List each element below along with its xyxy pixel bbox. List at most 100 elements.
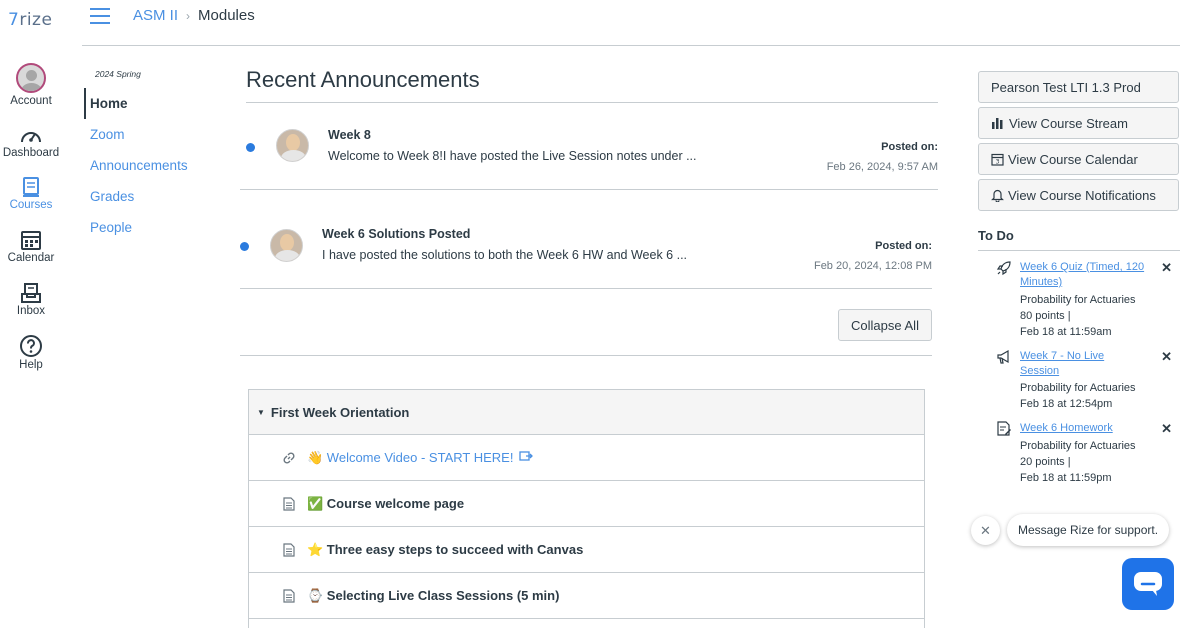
course-nav-grades[interactable]: Grades — [84, 181, 224, 212]
page-icon — [279, 496, 299, 511]
todo-item-link[interactable]: Week 6 Homework — [1020, 421, 1145, 436]
divider — [240, 355, 932, 356]
nav-inbox-label: Inbox — [16, 305, 46, 317]
chat-bubble-icon — [1134, 572, 1162, 596]
global-nav: 7rize Account Dashboard Courses Calendar… — [0, 0, 62, 628]
inbox-icon — [21, 283, 41, 303]
hamburger-menu-icon[interactable] — [90, 8, 110, 24]
courses-icon — [23, 177, 39, 197]
avatar — [16, 63, 46, 93]
dashboard-icon — [21, 132, 41, 143]
chat-prompt-bubble[interactable]: Message Rize for support. — [1007, 514, 1169, 546]
todo-course: Probability for Actuaries — [1020, 440, 1136, 452]
pearson-lti-label: Pearson Test LTI 1.3 Prod — [991, 79, 1141, 95]
todo-due-date: Feb 18 at 11:59pm — [1020, 472, 1112, 484]
course-nav-home[interactable]: Home — [84, 88, 224, 119]
nav-courses-label: Courses — [9, 199, 53, 211]
unread-dot — [240, 242, 249, 251]
breadcrumb-separator: › — [186, 9, 191, 23]
header-divider — [82, 45, 1180, 46]
announcement-title[interactable]: Week 8 — [328, 128, 371, 142]
dismiss-close-icon[interactable]: ✕ — [1161, 421, 1172, 437]
term-label: 2024 Spring — [95, 69, 141, 79]
todo-item: Week 6 Homework ✕ Probability for Actuar… — [996, 421, 1180, 487]
module-item[interactable]: ✅ Course welcome page — [249, 481, 924, 527]
module-item[interactable]: ⌚ Selecting Live Class Sessions (5 min) — [249, 573, 924, 619]
divider — [246, 102, 938, 103]
nav-account[interactable]: Account — [0, 63, 62, 107]
module-header[interactable]: ▼ First Week Orientation — [249, 390, 924, 435]
bell-icon — [991, 188, 1004, 202]
collapse-triangle-icon[interactable]: ▼ — [257, 408, 265, 417]
todo-heading: To Do — [978, 228, 1014, 243]
announcement-item[interactable]: Week 8 Welcome to Week 8!I have posted t… — [246, 124, 938, 184]
divider — [240, 189, 938, 190]
author-avatar — [276, 129, 309, 162]
dismiss-close-icon[interactable]: ✕ — [1161, 260, 1172, 276]
nav-calendar-label: Calendar — [7, 252, 55, 264]
todo-item: Week 7 - No Live Session ✕ Probability f… — [996, 349, 1180, 413]
posted-date: Feb 20, 2024, 12:08 PM — [813, 260, 932, 272]
unread-dot — [246, 143, 255, 152]
nav-account-label: Account — [10, 95, 52, 107]
nav-dashboard[interactable]: Dashboard — [0, 126, 62, 159]
nav-inbox[interactable]: Inbox — [0, 282, 62, 317]
pearson-lti-button[interactable]: Pearson Test LTI 1.3 Prod — [978, 71, 1179, 103]
nav-help-label: Help — [19, 359, 43, 371]
course-nav-people[interactable]: People — [84, 212, 224, 243]
view-course-notifications-button[interactable]: View Course Notifications — [978, 179, 1179, 211]
divider — [240, 288, 932, 289]
view-course-stream-button[interactable]: View Course Stream — [978, 107, 1179, 139]
module-item-label[interactable]: ⌚ Selecting Live Class Sessions (5 min) — [307, 588, 559, 604]
page-icon — [279, 542, 299, 557]
module-item-label[interactable]: ✅ Course welcome page — [307, 496, 464, 512]
assignment-icon — [996, 421, 1012, 442]
announcement-item[interactable]: Week 6 Solutions Posted I have posted th… — [240, 224, 932, 284]
module-title: First Week Orientation — [270, 404, 410, 420]
megaphone-icon — [996, 349, 1012, 370]
recent-announcements-title: Recent Announcements — [246, 67, 480, 92]
module-item[interactable]: 👋 Welcome Video - START HERE! — [249, 435, 924, 481]
todo-points: 20 points | — [1020, 456, 1071, 468]
breadcrumb-current-page: Modules — [198, 7, 255, 24]
nav-dashboard-label: Dashboard — [2, 147, 60, 159]
svg-text:3: 3 — [996, 158, 1000, 165]
calendar-icon — [21, 231, 41, 250]
todo-points: 80 points | — [1020, 310, 1071, 322]
todo-course: Probability for Actuaries — [1020, 294, 1136, 306]
dismiss-close-icon[interactable]: ✕ — [1161, 349, 1172, 365]
view-course-notifications-label: View Course Notifications — [1008, 187, 1156, 203]
chat-close-icon[interactable]: ✕ — [971, 516, 1000, 545]
view-course-calendar-button[interactable]: 3 View Course Calendar — [978, 143, 1179, 175]
todo-item-link[interactable]: Week 6 Quiz (Timed, 120 Minutes) — [1020, 260, 1145, 290]
course-nav: Home Zoom Announcements Grades People — [84, 88, 224, 243]
module-item-label[interactable]: 👋 Welcome Video - START HERE! — [307, 450, 513, 466]
link-icon — [279, 451, 299, 465]
todo-due-date: Feb 18 at 12:54pm — [1020, 398, 1113, 410]
todo-due-date: Feb 18 at 11:59am — [1020, 326, 1112, 338]
view-course-stream-label: View Course Stream — [1009, 115, 1128, 131]
posted-date: Feb 26, 2024, 9:57 AM — [826, 161, 938, 173]
todo-course: Probability for Actuaries — [1020, 382, 1136, 394]
chat-launcher-button[interactable] — [1122, 558, 1174, 610]
breadcrumb-course-link[interactable]: ASM II — [133, 7, 178, 24]
rize-logo[interactable]: 7rize — [8, 10, 52, 30]
nav-help[interactable]: Help — [0, 334, 62, 371]
nav-courses[interactable]: Courses — [0, 176, 62, 211]
collapse-all-button[interactable]: Collapse All — [838, 309, 932, 341]
todo-item-link[interactable]: Week 7 - No Live Session — [1020, 349, 1145, 379]
nav-calendar[interactable]: Calendar — [0, 229, 62, 264]
breadcrumb: ASM II › Modules — [133, 7, 255, 24]
module-item[interactable]: ⭐ Three easy steps to succeed with Canva… — [249, 527, 924, 573]
announcement-preview: Welcome to Week 8!I have posted the Live… — [328, 149, 697, 163]
page-icon — [279, 588, 299, 603]
calendar-icon: 3 — [991, 153, 1004, 166]
help-icon — [20, 335, 42, 357]
course-nav-zoom[interactable]: Zoom — [84, 119, 224, 150]
announcement-title[interactable]: Week 6 Solutions Posted — [322, 227, 470, 241]
course-nav-announcements[interactable]: Announcements — [84, 150, 224, 181]
posted-on-label: Posted on: — [881, 141, 938, 153]
module-item-label[interactable]: ⭐ Three easy steps to succeed with Canva… — [307, 542, 583, 558]
external-link-icon — [519, 450, 534, 465]
module-first-week-orientation: ▼ First Week Orientation 👋 Welcome Video… — [248, 389, 925, 628]
